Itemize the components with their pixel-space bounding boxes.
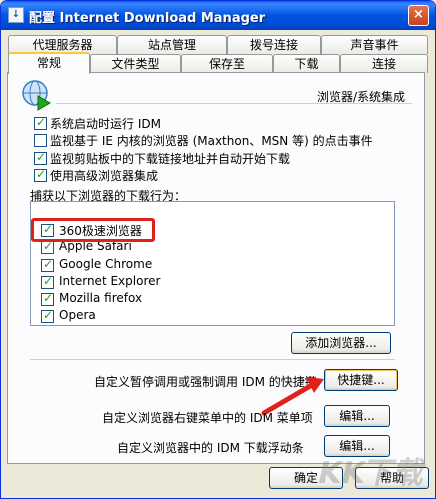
add-browser-button[interactable]: 添加浏览器...	[291, 332, 391, 354]
option-advanced-integration-checkbox[interactable]	[34, 167, 47, 182]
tab-general[interactable]: 常规	[8, 52, 90, 74]
browser-chrome-checkbox[interactable]	[41, 257, 54, 272]
app-icon: ↓	[8, 7, 24, 23]
tab-sound-events[interactable]: 声音事件	[321, 35, 428, 54]
option-clipboard-checkbox[interactable]	[34, 150, 47, 165]
tab-save-to[interactable]: 保存至	[181, 54, 273, 73]
option-ie-monitor-checkbox[interactable]	[34, 134, 47, 147]
browser-ie-checkbox[interactable]	[41, 274, 54, 289]
float-bar-label: 自定义浏览器中的 IDM 下载浮动条	[117, 441, 304, 455]
highlight-box	[31, 218, 155, 242]
header-divider	[56, 103, 412, 104]
browser-opera-label: Opera	[59, 308, 96, 322]
option-clipboard-label: 监视剪贴板中的下载链接地址并自动开始下载	[50, 152, 291, 166]
option-ie-monitor-label: 监视基于 IE 内核的浏览器 (Maxthon、MSN 等) 的点击事件	[50, 134, 373, 148]
option-startup-label: 系统启动时运行 IDM	[50, 117, 161, 131]
browser-ie-label: Internet Explorer	[59, 274, 161, 288]
group-divider	[30, 359, 395, 360]
browser-chrome-label: Google Chrome	[59, 257, 153, 271]
tab-site-manager[interactable]: 站点管理	[117, 35, 227, 54]
option-startup-checkbox[interactable]	[34, 115, 47, 130]
watermark: KK下载	[314, 456, 428, 491]
tab-connection[interactable]: 连接	[340, 54, 428, 73]
title-bar[interactable]: ↓ 配置 Internet Download Manager ×	[1, 1, 435, 30]
browser-firefox-label: Mozilla firefox	[59, 291, 143, 305]
tab-dial-up[interactable]: 拨号连接	[227, 35, 321, 54]
window-title: 配置 Internet Download Manager	[29, 11, 266, 26]
browser-firefox-checkbox[interactable]	[41, 291, 54, 306]
context-menu-label: 自定义浏览器右键菜单中的 IDM 菜单项	[102, 411, 313, 425]
browser-integration-icon	[22, 80, 51, 111]
option-advanced-integration-label: 使用高级浏览器集成	[50, 169, 159, 183]
browser-opera-checkbox[interactable]	[41, 308, 54, 323]
browser-safari-checkbox[interactable]	[41, 239, 54, 254]
context-menu-edit-button[interactable]: 编辑...	[324, 405, 390, 427]
close-button[interactable]: ×	[408, 5, 429, 26]
config-window: ↓ 配置 Internet Download Manager × 代理服务器 站…	[0, 0, 436, 499]
tab-file-types[interactable]: 文件类型	[90, 54, 181, 73]
tab-downloads[interactable]: 下载	[273, 54, 340, 73]
hotkey-button[interactable]: 快捷键...	[324, 369, 398, 391]
